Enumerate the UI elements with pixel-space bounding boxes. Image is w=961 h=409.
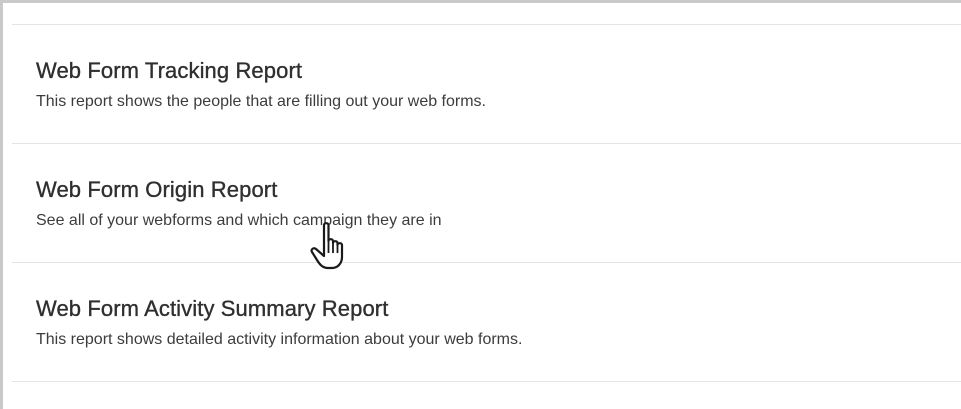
report-list-panel: Web Form Tracking Report This report sho… [0,0,961,409]
report-description: This report shows detailed activity info… [36,331,523,348]
report-title[interactable]: Web Form Tracking Report [36,58,961,84]
report-title[interactable]: Web Form Origin Report [36,177,961,203]
divider [12,381,961,382]
divider [12,143,961,144]
report-description: See all of your webforms and which campa… [36,212,442,229]
report-item-web-form-tracking[interactable]: Web Form Tracking Report This report sho… [36,58,961,112]
report-description: This report shows the people that are fi… [36,93,486,110]
report-title[interactable]: Web Form Activity Summary Report [36,296,961,322]
divider [12,262,961,263]
report-item-web-form-origin[interactable]: Web Form Origin Report See all of your w… [36,177,961,231]
hand-pointer-icon [310,222,344,270]
divider [12,24,961,25]
report-item-web-form-activity-summary[interactable]: Web Form Activity Summary Report This re… [36,296,961,350]
